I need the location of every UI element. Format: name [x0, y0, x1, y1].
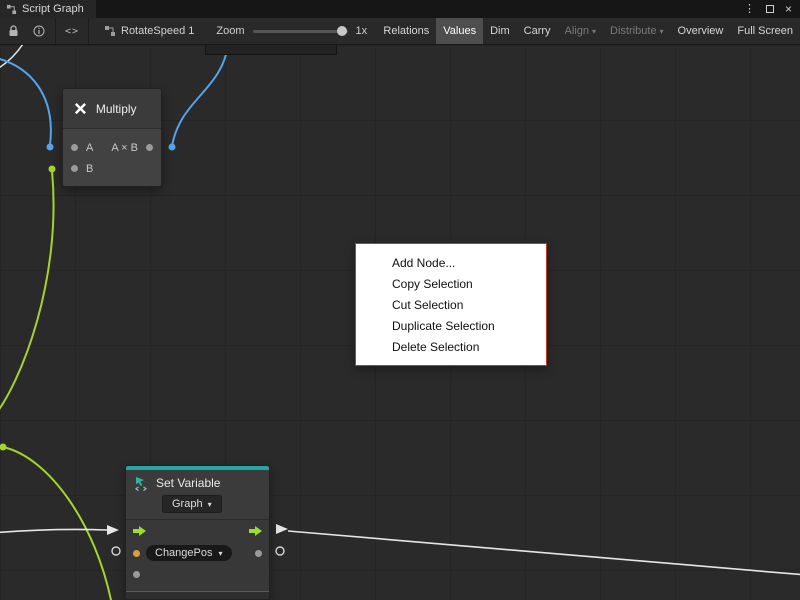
toolbar: <> RotateSpeed 1 Zoom 1x Relations Value… [0, 18, 800, 45]
chevron-down-icon: ▾ [592, 28, 596, 36]
maximize-icon[interactable] [766, 5, 774, 13]
relations-button[interactable]: Relations [376, 18, 436, 44]
variable-name-dropdown[interactable]: ChangePos ▾ [146, 545, 232, 561]
output-port[interactable] [146, 144, 153, 151]
zoom-slider-knob[interactable] [337, 26, 347, 36]
overview-button[interactable]: Overview [671, 18, 731, 44]
graph-name-label: RotateSpeed 1 [121, 25, 194, 37]
carry-button[interactable]: Carry [517, 18, 558, 44]
multiply-node-title: Multiply [96, 102, 137, 116]
script-graph-icon [6, 4, 17, 15]
multiply-node-header[interactable]: × Multiply [63, 89, 161, 129]
flow-arrowhead-in [107, 525, 119, 535]
set-variable-title: Set Variable [156, 476, 220, 490]
extra-port-row [126, 564, 269, 584]
green-port-endpoint-b[interactable] [49, 166, 56, 173]
set-variable-node[interactable]: Set Variable Graph ▾ ChangePos [125, 465, 270, 600]
menu-item-duplicate-selection[interactable]: Duplicate Selection [356, 315, 546, 336]
chevron-down-icon: ▾ [660, 28, 664, 36]
wire-green-into-multiply-b[interactable] [0, 171, 54, 419]
fullscreen-button[interactable]: Full Screen [730, 18, 800, 44]
align-button[interactable]: Align ▾ [558, 18, 603, 44]
unity-script-graph-window: Script Graph ⋮ × <> [0, 0, 800, 600]
window-controls: ⋮ × [744, 3, 800, 15]
node-footer-strip [126, 591, 269, 599]
multiply-port-row-b: B [63, 158, 161, 179]
menu-item-copy-selection[interactable]: Copy Selection [356, 273, 546, 294]
chevron-down-icon: ▾ [219, 550, 223, 558]
tab-title: Script Graph [22, 3, 84, 15]
context-menu: Add Node... Copy Selection Cut Selection… [355, 243, 547, 366]
zoom-label: Zoom [216, 25, 244, 37]
tab-script-graph[interactable]: Script Graph [0, 0, 96, 18]
dim-button[interactable]: Dim [483, 18, 517, 44]
variable-scope-dropdown[interactable]: Graph ▾ [162, 495, 222, 513]
set-variable-icon [134, 476, 149, 491]
menu-item-delete-selection[interactable]: Delete Selection [356, 336, 546, 357]
port-a-label: A [86, 142, 93, 154]
multiply-node-body: A A × B B [63, 129, 161, 186]
variable-value-row: ChangePos ▾ [126, 542, 269, 564]
toolbar-buttons: Relations Values Dim Carry Align ▾ Distr… [376, 18, 800, 44]
zoom-value: 1x [356, 25, 368, 37]
toolbar-divider [88, 18, 89, 45]
graph-breadcrumb[interactable]: RotateSpeed 1 [104, 25, 194, 37]
code-icon[interactable]: <> [59, 18, 85, 44]
zoom-control: Zoom 1x [216, 25, 367, 37]
wire-white-top-left[interactable] [0, 45, 26, 71]
graph-asset-icon [104, 25, 116, 37]
lock-icon[interactable] [0, 18, 26, 44]
wire-green-bottom[interactable] [3, 447, 112, 600]
port-b-label: B [86, 163, 93, 175]
titlebar: Script Graph ⋮ × [0, 0, 800, 18]
input-port-b[interactable] [71, 165, 78, 172]
chevron-down-icon: ▾ [208, 501, 212, 509]
distribute-button[interactable]: Distribute ▾ [603, 18, 670, 44]
multiply-port-row-a: A A × B [63, 137, 161, 158]
port-out-label: A × B [111, 142, 138, 154]
close-icon[interactable]: × [785, 3, 792, 15]
values-button[interactable]: Values [436, 18, 483, 44]
control-flow-row [126, 520, 269, 542]
input-port-a[interactable] [71, 144, 78, 151]
menu-item-add-node[interactable]: Add Node... [356, 252, 546, 273]
window-menu-icon[interactable]: ⋮ [744, 4, 755, 15]
multiply-node[interactable]: × Multiply A A × B B [62, 88, 162, 187]
multiply-icon: × [74, 98, 87, 120]
extra-input-port[interactable] [133, 571, 140, 578]
unconnected-port-right[interactable] [276, 547, 284, 555]
menu-item-cut-selection[interactable]: Cut Selection [356, 294, 546, 315]
flow-output-port-icon[interactable] [249, 526, 262, 536]
wire-white-from-setvariable[interactable] [288, 531, 800, 575]
wire-white-into-setvariable[interactable] [0, 529, 107, 533]
info-icon[interactable] [26, 18, 52, 44]
flow-input-port-icon[interactable] [133, 526, 146, 536]
set-variable-header[interactable]: Set Variable Graph ▾ [126, 470, 269, 520]
toolbar-divider [55, 18, 56, 45]
flow-arrowhead-out [276, 524, 288, 534]
value-output-port[interactable] [255, 550, 262, 557]
wire-blue-from-multiply-output[interactable] [172, 45, 229, 146]
unconnected-port-left[interactable] [112, 547, 120, 555]
zoom-slider[interactable] [253, 30, 348, 33]
blue-port-endpoint-a[interactable] [47, 144, 54, 151]
blue-port-endpoint-out[interactable] [169, 144, 176, 151]
value-input-port[interactable] [133, 550, 140, 557]
wire-blue-into-multiply-a[interactable] [0, 57, 51, 145]
